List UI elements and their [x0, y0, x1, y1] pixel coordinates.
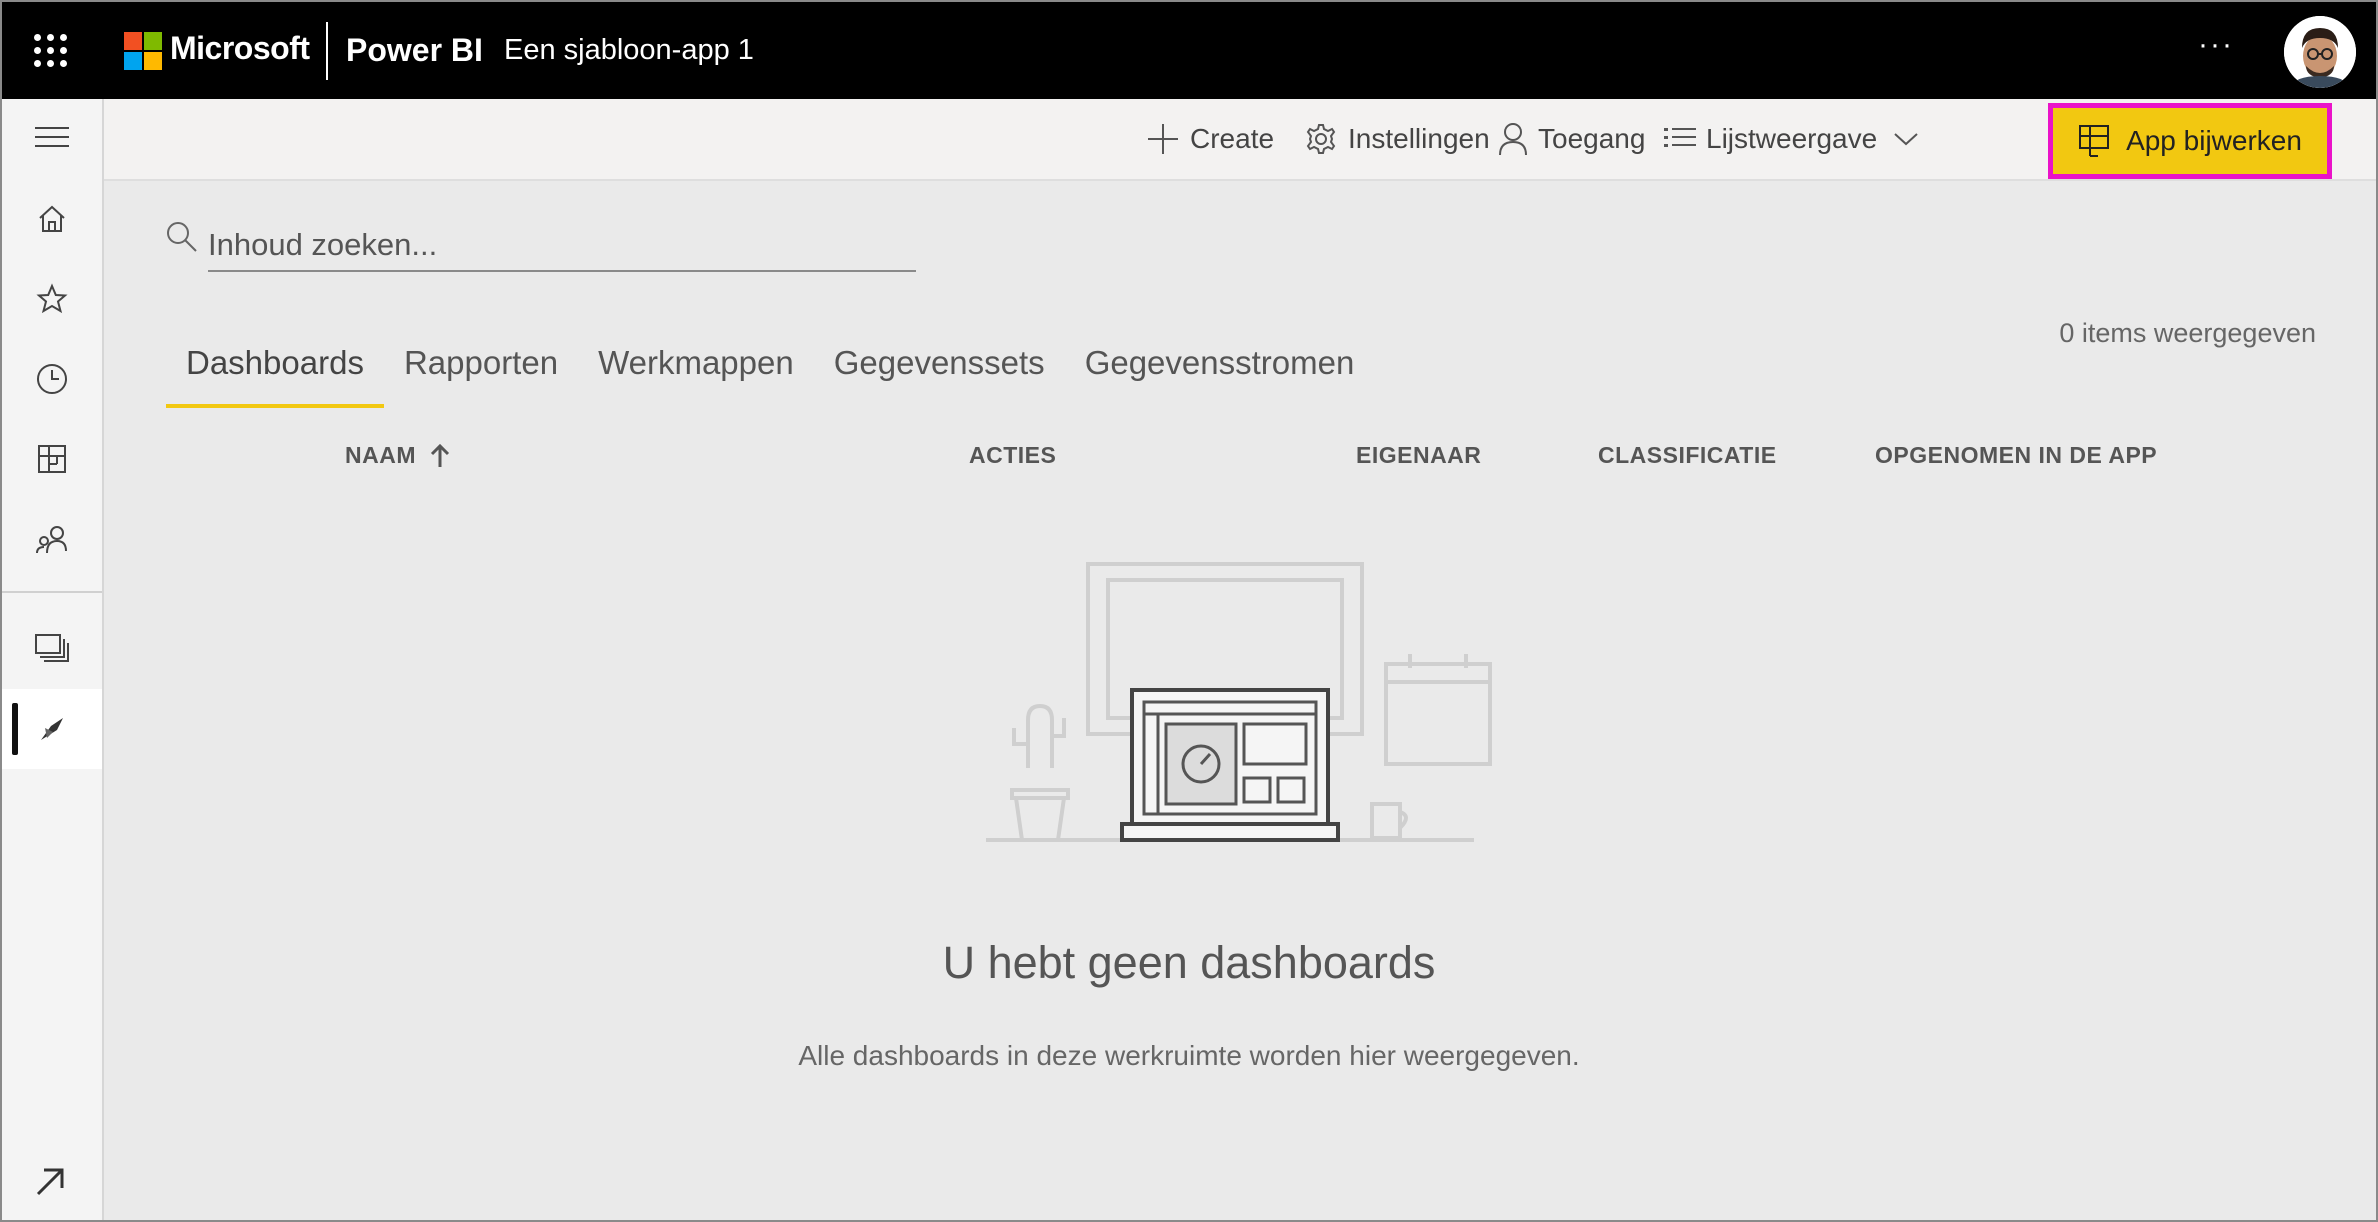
hamburger-icon[interactable] [2, 107, 102, 167]
nav-separator [2, 591, 102, 593]
app-window: Microsoft Power BI Een sjabloon-app 1 ··… [0, 0, 2378, 1222]
content-tabs: Dashboards Rapporten Werkmappen Gegevens… [166, 338, 1374, 408]
app-icon [2079, 125, 2110, 157]
workspace-app-icon[interactable] [2, 689, 102, 769]
tab-datasets[interactable]: Gegevenssets [814, 338, 1065, 408]
column-actions: ACTIES [969, 442, 1057, 468]
topbar-more-button[interactable]: ··· [2198, 28, 2234, 62]
view-label: Lijstweergave [1706, 123, 1878, 154]
items-count: 0 items weergegeven [2059, 318, 2316, 348]
gear-icon [1306, 124, 1336, 154]
settings-label: Instellingen [1348, 123, 1490, 154]
create-label: Create [1190, 123, 1275, 154]
app-title[interactable]: Een sjabloon-app 1 [504, 34, 754, 67]
chevron-down-icon [1894, 133, 1918, 146]
expand-icon[interactable] [34, 1166, 66, 1203]
app-launcher-icon[interactable] [34, 34, 68, 68]
update-app-label: App bijwerken [2126, 125, 2302, 156]
column-owner[interactable]: EIGENAAR [1356, 442, 1481, 469]
access-label: Toegang [1538, 123, 1646, 154]
tab-dashboards[interactable]: Dashboards [166, 338, 384, 408]
shared-icon[interactable] [2, 509, 102, 569]
search-input[interactable] [208, 220, 916, 272]
empty-dashboard-illustration [986, 562, 1492, 842]
microsoft-logo-icon [124, 32, 162, 70]
create-button[interactable]: Create [1146, 121, 1274, 157]
update-app-button[interactable]: App bijwerken [2048, 103, 2332, 179]
list-icon [1664, 128, 1696, 147]
empty-state-subtitle: Alle dashboards in deze werkruimte worde… [798, 1040, 1580, 1071]
column-name-label: NAAM [345, 442, 416, 468]
workspaces-icon[interactable] [2, 618, 102, 678]
plus-icon [1148, 124, 1178, 154]
column-classification[interactable]: CLASSIFICATIE [1598, 442, 1777, 469]
access-button[interactable]: Toegang [1498, 121, 1645, 157]
top-bar: Microsoft Power BI Een sjabloon-app 1 ··… [2, 2, 2376, 99]
command-bar: Create Instellingen Toegang Lijstweergav… [104, 99, 2376, 181]
tab-dataflows[interactable]: Gegevensstromen [1065, 338, 1375, 408]
apps-icon[interactable] [2, 429, 102, 489]
person-icon [1499, 123, 1527, 156]
home-icon[interactable] [2, 189, 102, 249]
column-included-in-app[interactable]: OPGENOMEN IN DE APP [1875, 442, 2157, 469]
tab-reports[interactable]: Rapporten [384, 338, 578, 408]
power-bi-label[interactable]: Power BI [346, 32, 483, 69]
topbar-divider [326, 22, 328, 80]
microsoft-label: Microsoft [170, 30, 310, 66]
sort-up-icon [430, 443, 450, 467]
tab-workbooks[interactable]: Werkmappen [578, 338, 814, 408]
column-name[interactable]: NAAM [345, 442, 450, 469]
view-dropdown[interactable]: Lijstweergave [1664, 121, 1919, 157]
clock-icon[interactable] [2, 349, 102, 409]
settings-button[interactable]: Instellingen [1304, 121, 1490, 157]
star-icon[interactable] [2, 269, 102, 329]
search-icon [167, 222, 197, 252]
avatar[interactable] [2284, 16, 2356, 88]
empty-state-title: U hebt geen dashboards [942, 937, 1436, 988]
